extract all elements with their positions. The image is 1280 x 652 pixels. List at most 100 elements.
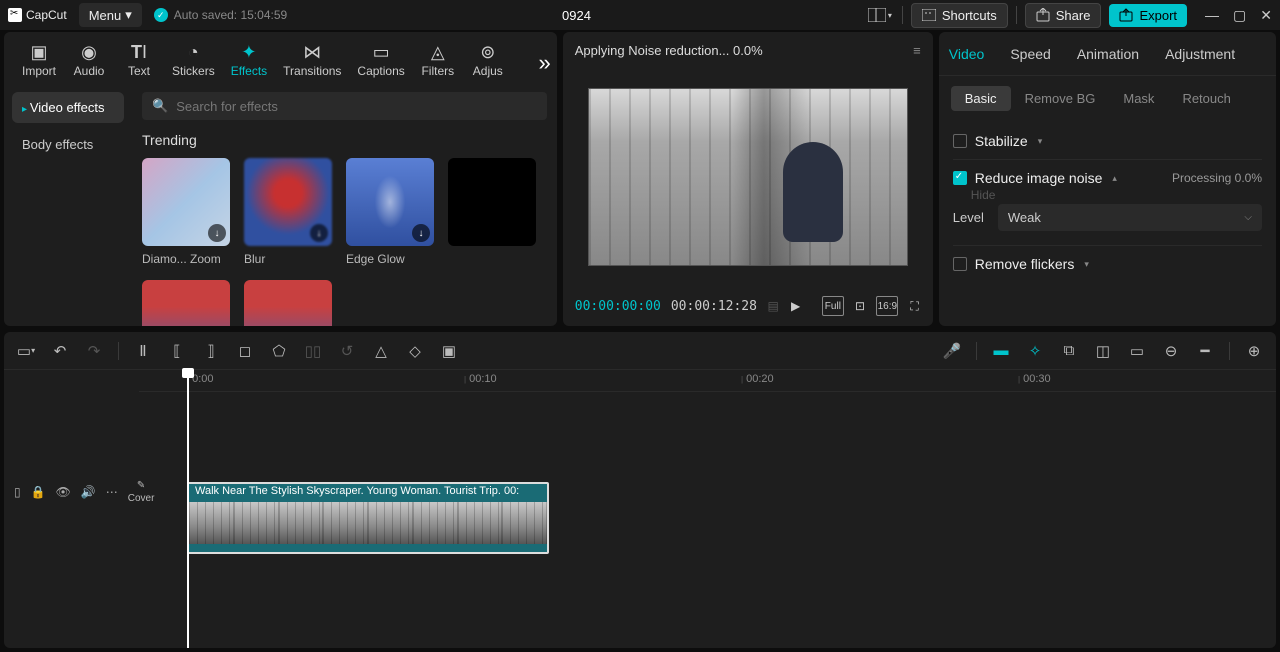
sidebar-video-effects[interactable]: Video effects (12, 92, 124, 123)
tab-captions[interactable]: ▭Captions (349, 36, 412, 84)
level-label: Level (953, 210, 984, 225)
effect-edge-glow[interactable]: ↓ Edge Glow (346, 158, 434, 266)
tabs-overflow-button[interactable]: » (539, 50, 551, 76)
chevron-down-icon[interactable]: ▾ (1038, 136, 1043, 147)
split-button[interactable]: Ⅱ (133, 342, 153, 360)
compare-icon[interactable]: ▤ (767, 296, 779, 316)
full-button[interactable]: Full (822, 296, 844, 316)
crop-button[interactable]: ◻ (235, 342, 255, 360)
minimize-button[interactable]: — (1205, 7, 1219, 24)
undo-button[interactable]: ↶ (50, 342, 70, 360)
reverse-button[interactable]: ↺ (337, 342, 357, 360)
reframe-icon[interactable]: ⊡ (854, 296, 866, 316)
timeline-clip[interactable]: Walk Near The Stylish Skyscraper. Young … (187, 482, 549, 554)
divider (976, 342, 977, 360)
import-icon: ▣ (31, 42, 48, 62)
mask-tool[interactable]: ⬠ (269, 342, 289, 360)
level-value: Weak (1008, 210, 1041, 225)
divider (902, 6, 903, 24)
effect-thumbnail: ↓ (142, 158, 230, 246)
tab-filters[interactable]: ◬Filters (413, 36, 463, 84)
rp-tab-video[interactable]: Video (947, 36, 987, 72)
record-button[interactable]: 🎤 (942, 342, 962, 360)
text-icon: TI (131, 42, 147, 62)
check-icon (154, 8, 168, 22)
preview-toggle[interactable]: ▭ (1127, 342, 1147, 360)
rotate-button[interactable]: ◇ (405, 342, 425, 360)
shortcuts-button[interactable]: Shortcuts (911, 3, 1008, 28)
effect-blur[interactable]: ↓ Blur (244, 158, 332, 266)
zoom-out-button[interactable]: ⊖ (1161, 342, 1181, 360)
remove-flickers-checkbox[interactable] (953, 257, 967, 271)
layout-preset-button[interactable]: ▾ (866, 4, 894, 26)
freeze-button[interactable]: ▯▯ (303, 342, 323, 360)
download-icon[interactable]: ↓ (310, 224, 328, 242)
stabilize-checkbox[interactable] (953, 134, 967, 148)
play-button[interactable]: ▶ (789, 296, 801, 316)
playhead[interactable] (187, 370, 189, 648)
close-button[interactable]: ✕ (1260, 7, 1272, 24)
snap-toggle[interactable]: ◫ (1093, 342, 1113, 360)
reduce-noise-checkbox[interactable] (953, 171, 967, 185)
tab-stickers[interactable]: ◔Stickers (164, 36, 223, 84)
magnet-auto-toggle[interactable]: ✧ (1025, 342, 1045, 360)
rp-subtab-mask[interactable]: Mask (1109, 86, 1168, 111)
share-button[interactable]: Share (1025, 3, 1102, 28)
lock-icon[interactable]: 🔒 (31, 485, 46, 499)
delete-right-button[interactable]: ⟧ (201, 342, 221, 360)
timeline-ruler[interactable]: 0:00 00:10 00:20 00:30 (139, 370, 1276, 392)
preview-menu-button[interactable]: ≡ (913, 43, 921, 58)
autosave-status: Auto saved: 15:04:59 (154, 8, 287, 22)
crop-tool[interactable]: ▣ (439, 342, 459, 360)
selection-tool[interactable]: ▭▾ (16, 342, 36, 360)
effect-diamond-zoom[interactable]: ↓ Diamo... Zoom (142, 158, 230, 266)
mirror-button[interactable]: △ (371, 342, 391, 360)
sidebar-body-effects[interactable]: Body effects (12, 129, 124, 160)
remove-flickers-label: Remove flickers (975, 256, 1075, 272)
tab-transitions[interactable]: ⋈Transitions (275, 36, 349, 84)
rp-tab-speed[interactable]: Speed (1008, 36, 1052, 72)
download-icon[interactable]: ↓ (412, 224, 430, 242)
redo-button[interactable]: ↷ (84, 342, 104, 360)
download-icon[interactable]: ↓ (208, 224, 226, 242)
magnet-main-toggle[interactable]: ▬ (991, 342, 1011, 359)
more-icon[interactable]: ⋯ (106, 485, 118, 499)
level-select[interactable]: Weak ⌵ (998, 204, 1262, 231)
tab-import[interactable]: ▣Import (14, 36, 64, 84)
zoom-slider[interactable]: ━ (1195, 342, 1215, 360)
tab-effects[interactable]: ✦Effects (223, 36, 275, 84)
preview-content (783, 142, 843, 242)
maximize-button[interactable]: ▢ (1233, 7, 1246, 24)
mute-icon[interactable]: 🔊 (81, 485, 96, 499)
chevron-down-icon: ▾ (888, 11, 892, 20)
zoom-fit-button[interactable]: ⊕ (1244, 342, 1264, 360)
rp-tab-animation[interactable]: Animation (1075, 36, 1141, 72)
tab-adjust[interactable]: ⊚Adjus (463, 36, 513, 84)
preview-status: Applying Noise reduction... 0.0% (575, 43, 763, 58)
link-toggle[interactable]: ⧉ (1059, 342, 1079, 359)
tab-text[interactable]: TIText (114, 36, 164, 84)
rp-tab-adjustment[interactable]: Adjustment (1163, 36, 1237, 72)
fullscreen-icon[interactable]: ⛶ (908, 296, 920, 316)
search-input[interactable]: 🔍 Search for effects (142, 92, 547, 120)
menu-button[interactable]: Menu ▾ (79, 3, 142, 27)
rp-subtab-retouch[interactable]: Retouch (1168, 86, 1244, 111)
search-placeholder: Search for effects (176, 99, 278, 114)
effect-item[interactable] (142, 280, 230, 326)
effect-item[interactable] (244, 280, 332, 326)
collapse-icon[interactable]: ▯ (14, 485, 21, 499)
export-button[interactable]: Export (1109, 4, 1187, 27)
chevron-up-icon[interactable]: ▴ (1112, 173, 1117, 184)
preview-canvas[interactable] (588, 88, 908, 266)
share-icon (1036, 8, 1050, 22)
effect-item[interactable] (448, 158, 536, 266)
rp-subtab-basic[interactable]: Basic (951, 86, 1011, 111)
reduce-noise-label: Reduce image noise (975, 170, 1103, 186)
rp-subtab-removebg[interactable]: Remove BG (1011, 86, 1110, 111)
eye-icon[interactable]: 👁 (56, 485, 71, 499)
brand-text: CapCut (26, 8, 67, 22)
ratio-button[interactable]: 16:9 (876, 296, 898, 316)
tab-audio[interactable]: ◉Audio (64, 36, 114, 84)
chevron-down-icon[interactable]: ▾ (1084, 259, 1089, 270)
delete-left-button[interactable]: ⟦ (167, 342, 187, 360)
